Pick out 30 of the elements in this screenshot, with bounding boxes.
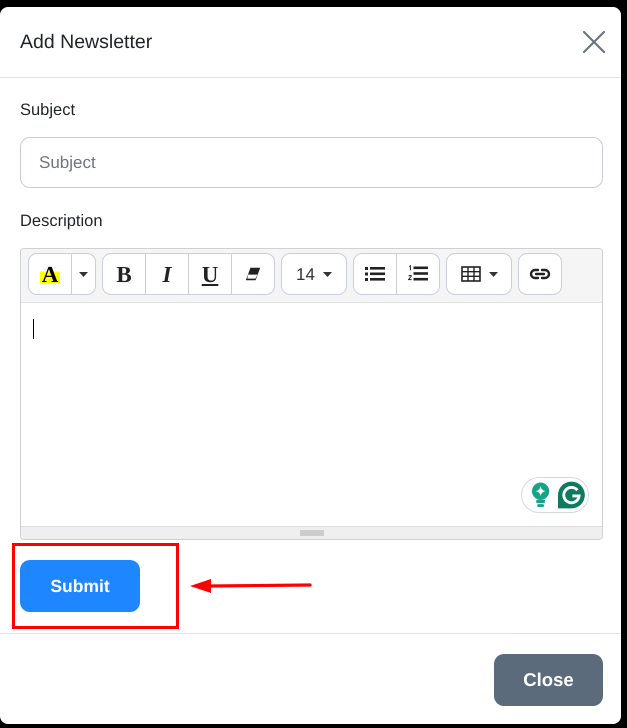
- color-menu-button[interactable]: [71, 253, 96, 295]
- link-icon: [529, 268, 551, 280]
- field-label: Subject: [20, 100, 76, 120]
- dialog-title: Add Newsletter: [20, 30, 152, 54]
- table-grid-icon: [460, 266, 480, 282]
- assistant-logo-icon: [558, 481, 585, 509]
- eraser-icon: [245, 267, 261, 281]
- numbered-list-button[interactable]: [396, 253, 440, 295]
- bullet-list-icon: [365, 266, 385, 282]
- resize-handle-icon: [300, 530, 324, 536]
- caret-icon: [322, 272, 332, 276]
- bullet-list-button[interactable]: [353, 253, 397, 295]
- caret-icon: [79, 272, 88, 276]
- close-icon: [583, 31, 605, 53]
- font-size-button[interactable]: 14: [281, 253, 347, 295]
- lightbulb-icon: [531, 482, 550, 508]
- field-label: Description: [20, 211, 104, 231]
- link-button[interactable]: [518, 253, 562, 295]
- eraser-button[interactable]: [231, 253, 275, 295]
- table-button[interactable]: [446, 253, 512, 295]
- italic-button[interactable]: I: [145, 253, 189, 295]
- caret-icon: [488, 272, 498, 276]
- subject-field[interactable]: Subject: [20, 137, 603, 188]
- bold-button[interactable]: B: [102, 253, 146, 295]
- underline-button[interactable]: U: [188, 253, 232, 295]
- numbered-list-icon: [408, 265, 428, 283]
- assistant-widget[interactable]: [521, 477, 589, 513]
- close-button[interactable]: Close: [494, 654, 603, 706]
- submit-button[interactable]: Submit: [20, 560, 140, 612]
- dismiss-button[interactable]: [583, 31, 605, 53]
